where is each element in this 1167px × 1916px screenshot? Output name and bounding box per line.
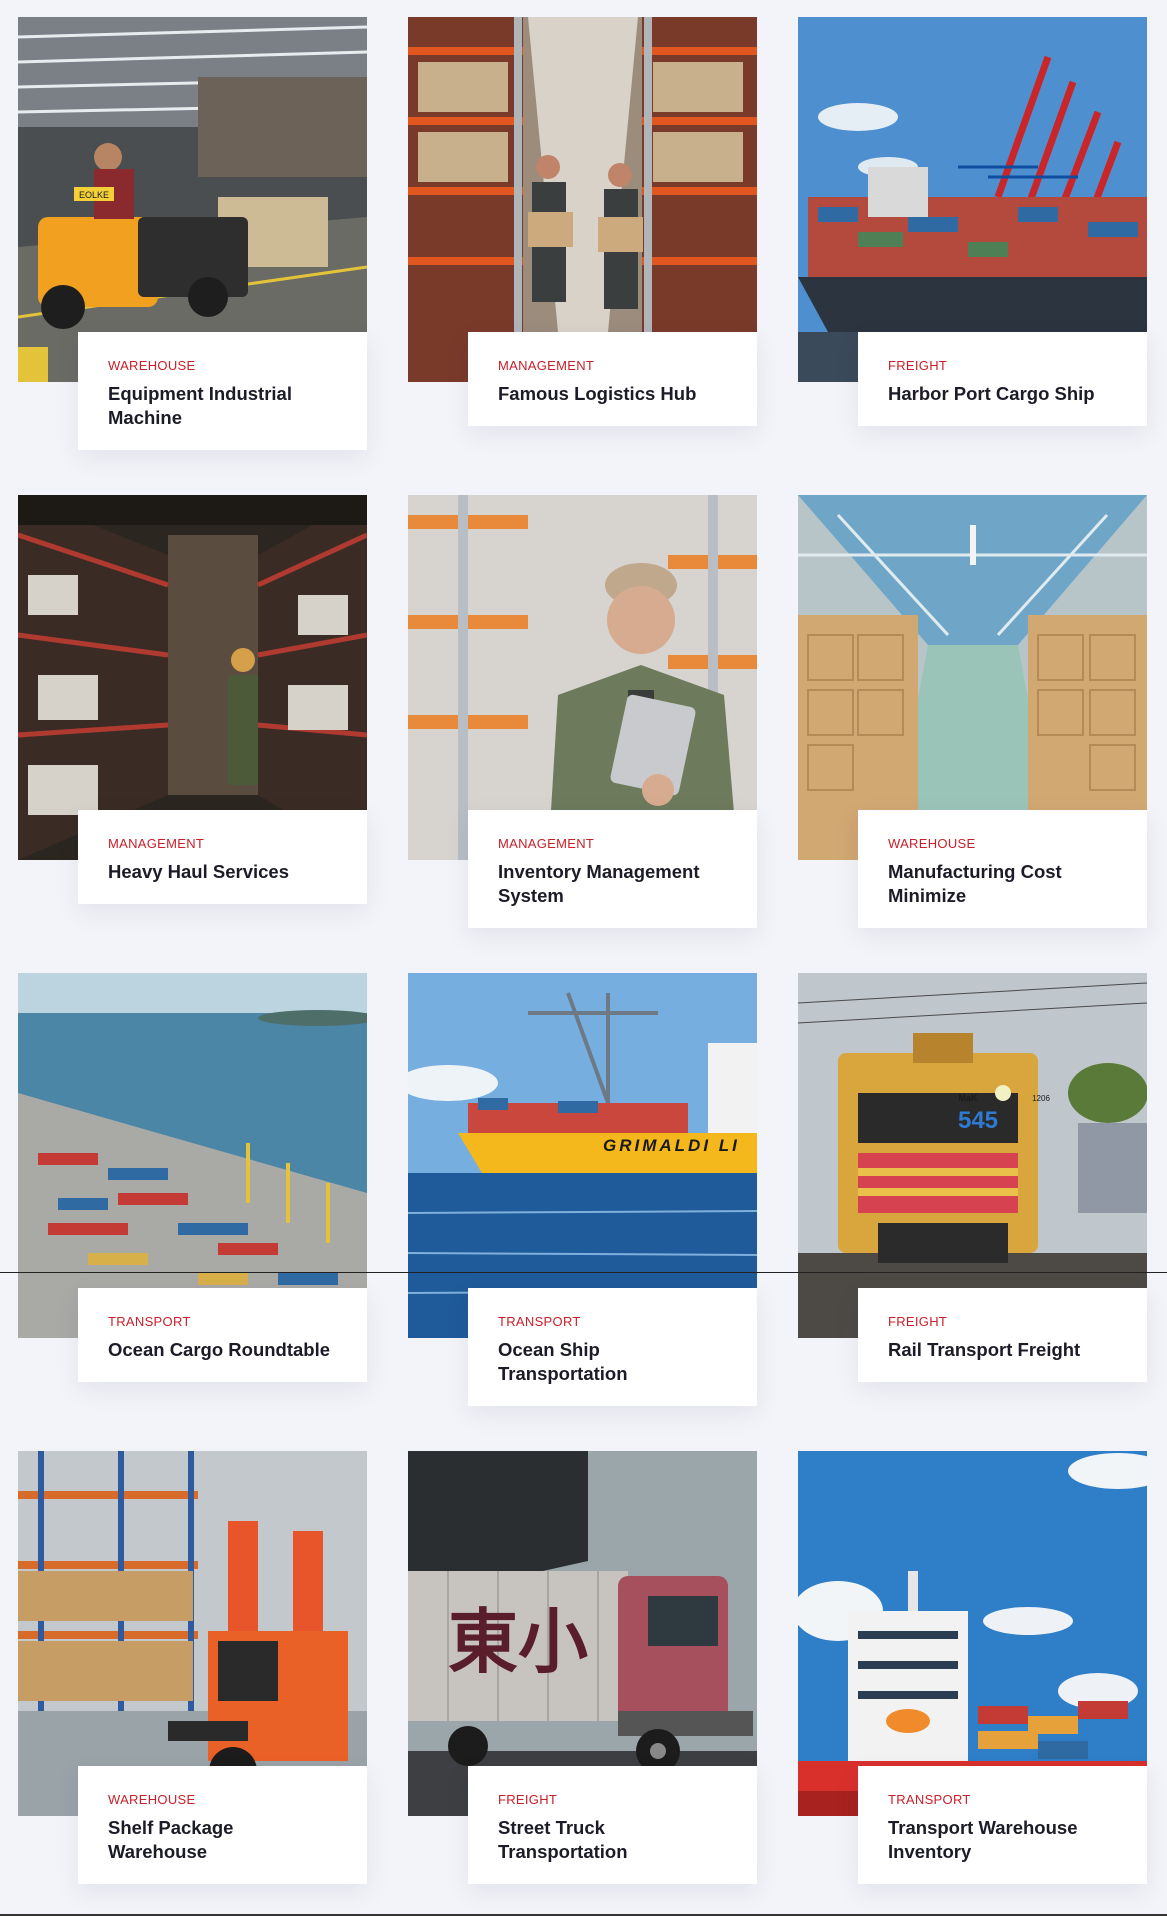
loco-number: 545	[958, 1107, 998, 1134]
card-title[interactable]: Rail Transport Freight	[888, 1338, 1117, 1362]
container-ship-cranes-photo[interactable]	[798, 17, 1147, 382]
card-caption: TRANSPORT Transport Warehouse Inventory	[858, 1766, 1147, 1884]
card-title[interactable]: Manufacturing Cost Minimize	[888, 860, 1117, 908]
card-category[interactable]: MANAGEMENT	[498, 836, 727, 851]
card-caption: TRANSPORT Ocean Cargo Roundtable	[78, 1288, 367, 1382]
card-category[interactable]: WAREHOUSE	[888, 836, 1117, 851]
red-truck-photo[interactable]: 東小	[408, 1451, 757, 1816]
locomotive-545-photo[interactable]: 545 MaK 1206	[798, 973, 1147, 1338]
card-category[interactable]: FREIGHT	[498, 1792, 727, 1807]
card-caption: FREIGHT Street Truck Transportation	[468, 1766, 757, 1884]
tug-label: EOLKE	[79, 190, 109, 200]
card-title[interactable]: Ocean Ship Transportation	[498, 1338, 727, 1386]
horizontal-divider	[0, 1272, 1167, 1273]
workers-carrying-boxes-aisle-photo[interactable]	[408, 17, 757, 382]
card-caption: FREIGHT Harbor Port Cargo Ship	[858, 332, 1147, 426]
card-category[interactable]: TRANSPORT	[498, 1314, 727, 1329]
card-title[interactable]: Street Truck Transportation	[498, 1816, 727, 1864]
worker-between-shelves-photo[interactable]	[18, 495, 367, 860]
project-card[interactable]: MANAGEMENT Heavy Haul Services	[18, 495, 367, 932]
card-caption: MANAGEMENT Heavy Haul Services	[78, 810, 367, 904]
forklift-warehouse-photo[interactable]	[18, 1451, 367, 1816]
project-card[interactable]: FREIGHT Harbor Port Cargo Ship	[798, 17, 1147, 454]
worker-with-tablet-photo[interactable]	[408, 495, 757, 860]
warehouse-tugger-driver-photo[interactable]: EOLKE	[18, 17, 367, 382]
project-card[interactable]: TRANSPORT Transport Warehouse Inventory	[798, 1451, 1147, 1888]
card-title[interactable]: Harbor Port Cargo Ship	[888, 382, 1117, 406]
card-caption: WAREHOUSE Manufacturing Cost Minimize	[858, 810, 1147, 928]
carton-boxes-storage-photo[interactable]	[798, 495, 1147, 860]
project-card[interactable]: EOLKE WAREHOUSE Equipment Industrial Mac…	[18, 17, 367, 454]
project-grid: EOLKE WAREHOUSE Equipment Industrial Mac…	[18, 17, 1149, 1888]
project-card[interactable]: MANAGEMENT Famous Logistics Hub	[408, 17, 757, 454]
project-card[interactable]: WAREHOUSE Shelf Package Warehouse	[18, 1451, 367, 1888]
card-caption: FREIGHT Rail Transport Freight	[858, 1288, 1147, 1382]
project-card[interactable]: GRIMALDI LI TRANSPORT Ocean Ship Transpo…	[408, 973, 757, 1410]
card-category[interactable]: MANAGEMENT	[498, 358, 727, 373]
loco-brand: MaK	[958, 1093, 978, 1103]
project-card[interactable]: 東小 FREIGHT Street Truck Transportation	[408, 1451, 757, 1888]
card-category[interactable]: FREIGHT	[888, 1314, 1117, 1329]
card-title[interactable]: Heavy Haul Services	[108, 860, 337, 884]
card-category[interactable]: TRANSPORT	[888, 1792, 1117, 1807]
card-category[interactable]: FREIGHT	[888, 358, 1117, 373]
project-card[interactable]: WAREHOUSE Manufacturing Cost Minimize	[798, 495, 1147, 932]
card-caption: MANAGEMENT Inventory Management System	[468, 810, 757, 928]
card-category[interactable]: MANAGEMENT	[108, 836, 337, 851]
project-card[interactable]: 545 MaK 1206 FREIGHT Rail Transport Frei…	[798, 973, 1147, 1410]
card-category[interactable]: TRANSPORT	[108, 1314, 337, 1329]
card-title[interactable]: Transport Warehouse Inventory	[888, 1816, 1117, 1864]
card-caption: MANAGEMENT Famous Logistics Hub	[468, 332, 757, 426]
card-caption: WAREHOUSE Shelf Package Warehouse	[78, 1766, 367, 1884]
project-card[interactable]: TRANSPORT Ocean Cargo Roundtable	[18, 973, 367, 1410]
card-caption: WAREHOUSE Equipment Industrial Machine	[78, 332, 367, 450]
grimaldi-ship-photo[interactable]: GRIMALDI LI	[408, 973, 757, 1338]
card-title[interactable]: Famous Logistics Hub	[498, 382, 727, 406]
card-category[interactable]: WAREHOUSE	[108, 1792, 337, 1807]
aerial-container-port-photo[interactable]	[18, 973, 367, 1338]
project-card[interactable]: MANAGEMENT Inventory Management System	[408, 495, 757, 932]
truck-glyphs: 東小	[448, 1601, 588, 1683]
card-title[interactable]: Ocean Cargo Roundtable	[108, 1338, 337, 1362]
card-caption: TRANSPORT Ocean Ship Transportation	[468, 1288, 757, 1406]
loco-id: 1206	[1032, 1094, 1050, 1103]
card-title[interactable]: Inventory Management System	[498, 860, 727, 908]
ship-name: GRIMALDI LI	[603, 1136, 740, 1155]
card-title[interactable]: Equipment Industrial Machine	[108, 382, 337, 430]
cargo-ship-sky-photo[interactable]	[798, 1451, 1147, 1816]
card-category[interactable]: WAREHOUSE	[108, 358, 337, 373]
card-title[interactable]: Shelf Package Warehouse	[108, 1816, 337, 1864]
